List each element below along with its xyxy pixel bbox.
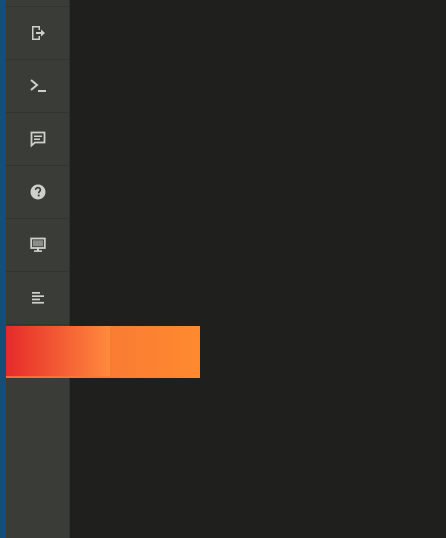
app-window bbox=[0, 0, 446, 538]
align-left-icon bbox=[31, 292, 44, 304]
sidebar-item-help[interactable] bbox=[6, 166, 69, 219]
gradient-block-left-segment bbox=[6, 326, 110, 376]
sidebar-item-terminal[interactable] bbox=[6, 60, 69, 113]
comment-icon bbox=[30, 131, 45, 148]
sidebar-item-monitor[interactable] bbox=[6, 219, 69, 272]
main-content-area bbox=[70, 0, 446, 538]
monitor-icon bbox=[29, 237, 46, 252]
sidebar bbox=[6, 0, 70, 538]
sidebar-item-logout[interactable] bbox=[6, 7, 69, 60]
help-icon bbox=[30, 184, 45, 200]
terminal-icon bbox=[29, 79, 46, 92]
sidebar-item-comments[interactable] bbox=[6, 113, 69, 166]
sidebar-item-align-left[interactable] bbox=[6, 272, 69, 325]
orange-gradient-block[interactable] bbox=[6, 326, 200, 378]
logout-icon bbox=[31, 26, 45, 40]
